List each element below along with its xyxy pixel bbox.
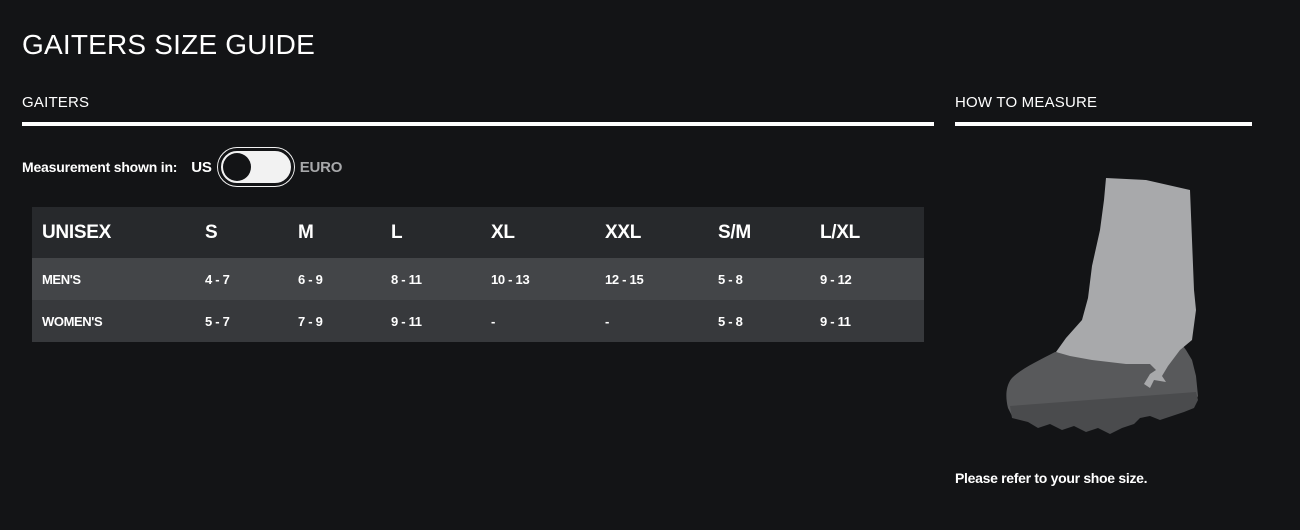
- unit-us-label[interactable]: US: [191, 159, 212, 176]
- table-row-mens: MEN'S 4 - 7 6 - 9 8 - 11 10 - 13 12 - 15…: [32, 258, 924, 300]
- unit-toggle[interactable]: [217, 148, 294, 186]
- table-header-row: UNISEX S M L XL XXL S/M L/XL: [32, 207, 924, 258]
- table-cell: 7 - 9: [298, 313, 323, 329]
- table-cell: 12 - 15: [605, 271, 644, 287]
- unit-euro-label[interactable]: EURO: [300, 159, 343, 176]
- table-cell: 5 - 8: [718, 313, 743, 329]
- header-size-m: M: [298, 221, 314, 243]
- header-size-lxl: L/XL: [820, 221, 860, 243]
- table-cell: -: [605, 313, 610, 329]
- gaiter-boot-illustration: [1006, 178, 1198, 434]
- row-label-womens: WOMEN'S: [42, 313, 103, 329]
- table-row-womens: WOMEN'S 5 - 7 7 - 9 9 - 11 - - 5 - 8 9 -…: [32, 300, 924, 342]
- table-cell: 5 - 7: [205, 313, 230, 329]
- measurement-label: Measurement shown in:: [22, 159, 178, 175]
- table-cell: 9 - 11: [391, 313, 422, 329]
- header-size-xxl: XXL: [605, 221, 642, 243]
- size-table: UNISEX S M L XL XXL S/M L/XL MEN'S 4 - 7…: [32, 207, 924, 342]
- table-cell: 9 - 12: [820, 271, 852, 287]
- header-unisex: UNISEX: [42, 221, 111, 243]
- table-cell: 10 - 13: [491, 271, 530, 287]
- gaiters-section-heading: GAITERS: [22, 94, 90, 111]
- measurement-unit-switch: Measurement shown in: US EURO: [22, 148, 342, 186]
- gaiter-shape: [1056, 178, 1196, 388]
- table-cell: -: [491, 313, 496, 329]
- table-cell: 4 - 7: [205, 271, 230, 287]
- how-to-measure-heading: HOW TO MEASURE: [955, 94, 1098, 111]
- page-title: GAITERS SIZE GUIDE: [22, 29, 315, 60]
- header-size-xl: XL: [491, 221, 515, 243]
- header-size-l: L: [391, 221, 403, 243]
- table-cell: 6 - 9: [298, 271, 323, 287]
- how-to-measure-divider: [955, 122, 1252, 126]
- table-cell: 5 - 8: [718, 271, 743, 287]
- row-label-mens: MEN'S: [42, 271, 81, 287]
- table-cell: 8 - 11: [391, 271, 422, 287]
- table-cell: 9 - 11: [820, 313, 851, 329]
- header-size-sm: S/M: [718, 221, 751, 243]
- toggle-knob: [222, 153, 251, 181]
- shoe-size-instruction: Please refer to your shoe size.: [955, 470, 1148, 486]
- header-size-s: S: [205, 221, 218, 243]
- gaiters-section-divider: [22, 122, 934, 126]
